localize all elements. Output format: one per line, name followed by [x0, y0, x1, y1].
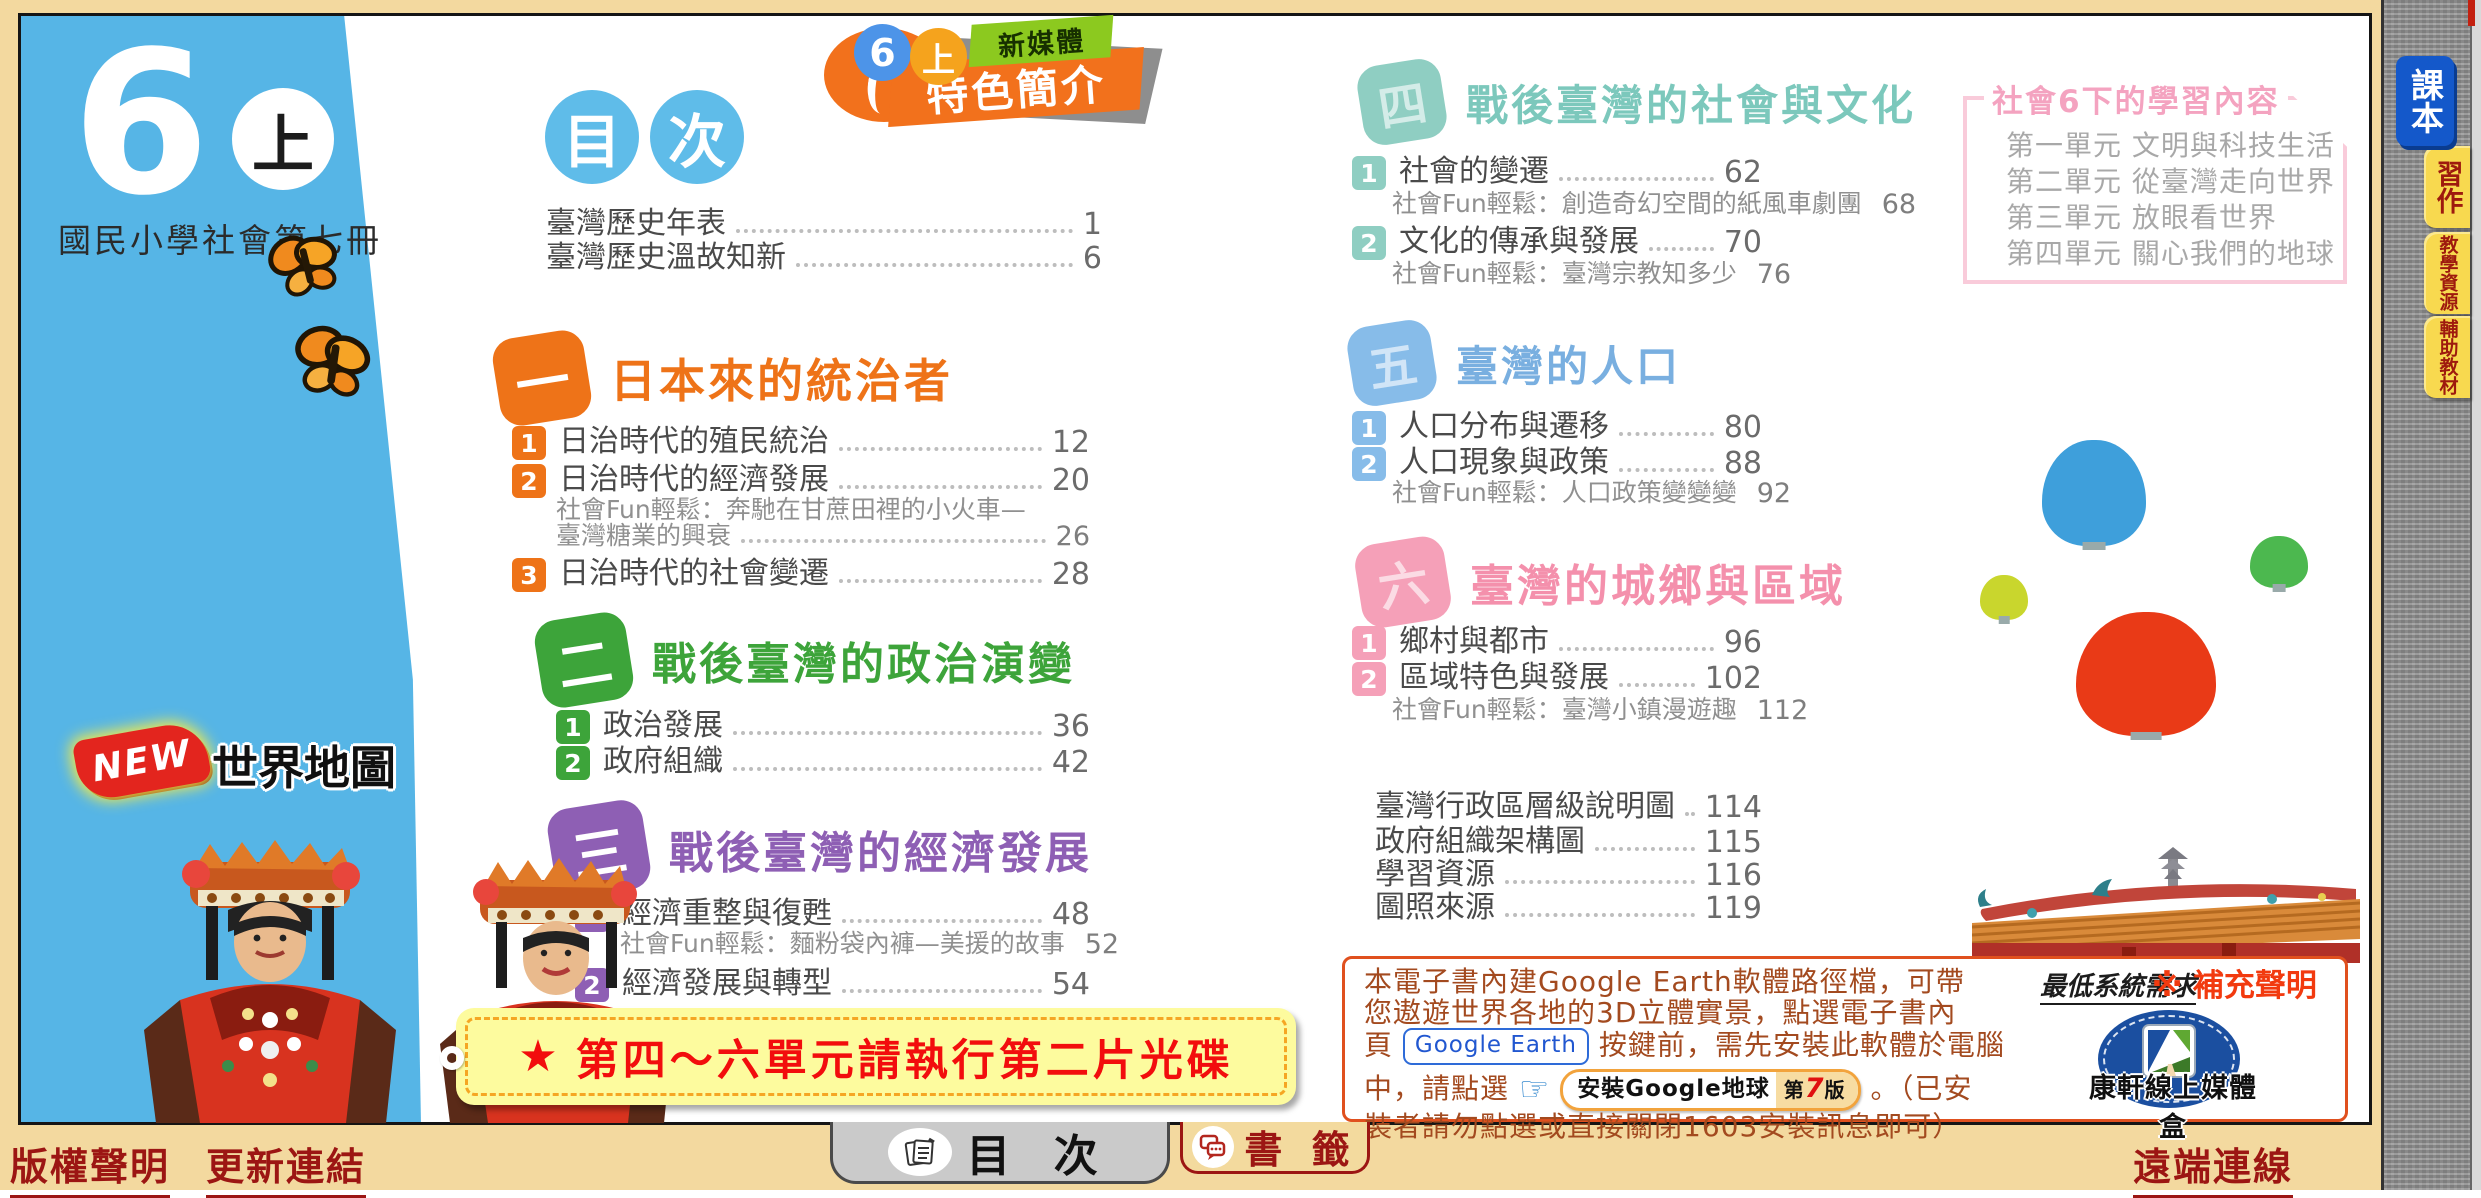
- toc-row-fun[interactable]: 社會Fun輕鬆：麵粉袋內褲—美援的故事52: [620, 924, 1090, 960]
- world-map-label[interactable]: 世界地圖: [212, 732, 396, 798]
- lesson-number: 2: [1352, 662, 1386, 696]
- next-volume-title: 社會6下的學習內容: [1984, 76, 2288, 121]
- knsh-logo-label: 康軒線上媒體盒: [2078, 1066, 2268, 1144]
- lesson-number: 2: [1352, 226, 1386, 260]
- unit-6-header[interactable]: 六 臺灣的城鄉與區域: [1358, 540, 1846, 624]
- next-volume-item: 第一單元 文明與科技生活: [2006, 128, 2335, 164]
- toc-row-fun[interactable]: 社會Fun輕鬆：臺灣宗教知多少76: [1392, 254, 1762, 290]
- rail-marker: [2468, 0, 2475, 26]
- tab-bookmark[interactable]: 書 籤: [1180, 1122, 1370, 1174]
- pointing-hand-icon: ☞: [1519, 1070, 1550, 1110]
- next-volume-item: 第二單元 從臺灣走向世界: [2006, 164, 2335, 200]
- google-earth-button[interactable]: Google Earth: [1403, 1028, 1589, 1065]
- butterfly-icon: [284, 314, 381, 411]
- lesson-number: 3: [512, 558, 546, 592]
- lesson-number: 2: [512, 464, 546, 498]
- notes-icon: [888, 1128, 952, 1176]
- toc-heading-char1: 目: [545, 90, 639, 184]
- cover-semester-badge: 上: [232, 88, 334, 190]
- unit-4-badge: 四: [1354, 56, 1449, 148]
- toc-row[interactable]: 圖照來源119: [1375, 882, 1762, 926]
- cover-grade: 6: [72, 8, 204, 239]
- banner-dashed-border: [465, 1017, 1287, 1096]
- supplement-statement-link[interactable]: ※ 補充聲明: [2152, 960, 2317, 1005]
- toc-row[interactable]: 2 政府組織42: [556, 736, 1090, 780]
- unit-2-badge: 二: [532, 609, 637, 710]
- toc-heading-char2: 次: [650, 90, 744, 184]
- next-volume-item: 第三單元 放眼看世界: [2006, 200, 2335, 236]
- copyright-link[interactable]: 版權聲明: [10, 1136, 170, 1198]
- toc-row-fun[interactable]: 臺灣糖業的興衰26: [556, 516, 1090, 552]
- next-volume-item: 第四單元 關心我們的地球: [2006, 236, 2335, 272]
- toc-row[interactable]: 臺灣歷史溫故知新6: [546, 232, 1102, 276]
- feature-badge-grade: 6: [854, 24, 911, 81]
- feature-badge-semester: 上: [910, 28, 967, 85]
- unit-5-badge: 五: [1344, 317, 1439, 409]
- install-google-earth-button[interactable]: 安裝Google地球第7版: [1560, 1069, 1860, 1111]
- temple-roof-photo: [1972, 843, 2360, 963]
- sky-lantern-blue: [2042, 440, 2146, 546]
- google-earth-notice-text: 本電子書內建Google Earth軟體路徑檔，可帶 您遨遊世界各地的3D立體實…: [1364, 966, 2024, 1142]
- unit-5-header[interactable]: 五 臺灣的人口: [1350, 323, 1681, 403]
- tab-textbook[interactable]: 課本: [2396, 56, 2454, 146]
- unit-1-header[interactable]: 一 日本來的統治者: [496, 334, 953, 422]
- toc-row-fun[interactable]: 社會Fun輕鬆：人口政策變變變92: [1392, 473, 1762, 509]
- toc-row-fun[interactable]: 社會Fun輕鬆：臺灣小鎮漫遊趣112: [1392, 690, 1762, 726]
- lesson-number: 1: [1352, 156, 1386, 190]
- tab-toc[interactable]: 目 次: [830, 1122, 1170, 1184]
- update-link[interactable]: 更新連結: [206, 1136, 366, 1198]
- sky-lantern-green: [2250, 536, 2308, 588]
- unit-2-header[interactable]: 二 戰後臺灣的政治演變: [538, 616, 1075, 704]
- ebook-app: 6 上 國民小學社會第七冊 NEW 世界地圖: [0, 0, 2481, 1190]
- unit-4-header[interactable]: 四 戰後臺灣的社會與文化: [1360, 62, 1916, 142]
- toc-row[interactable]: 3 日治時代的社會變遷28: [512, 548, 1090, 592]
- bookmark-chat-icon: [1192, 1126, 1234, 1168]
- remote-connect-link[interactable]: 遠端連線: [2133, 1136, 2293, 1198]
- cover-semester: 上: [252, 94, 314, 184]
- feature-intro-badge[interactable]: 特色簡介 新媒體 6 上: [818, 16, 1178, 126]
- lesson-number: 2: [1352, 447, 1386, 481]
- lesson-number: 2: [556, 746, 590, 780]
- toc-row-fun[interactable]: 社會Fun輕鬆：創造奇幻空間的紙風車劇團68: [1392, 184, 1762, 220]
- tab-auxiliary-materials[interactable]: 輔助教材: [2424, 316, 2470, 398]
- sky-lantern-yellow: [1980, 575, 2028, 620]
- tab-workbook[interactable]: 習作: [2424, 146, 2470, 228]
- unit-1-badge: 一: [490, 327, 595, 428]
- disc-notice-banner: ★ 第四～六單元請執行第二片光碟: [456, 1008, 1296, 1105]
- rail-scroll-strip[interactable]: [2470, 0, 2481, 1190]
- next-volume-list: 第一單元 文明與科技生活 第二單元 從臺灣走向世界 第三單元 放眼看世界 第四單…: [2006, 128, 2335, 272]
- banner-string: [440, 1046, 464, 1070]
- tab-teaching-resources[interactable]: 教學資源: [2424, 232, 2470, 314]
- new-badge-label: NEW: [89, 732, 195, 790]
